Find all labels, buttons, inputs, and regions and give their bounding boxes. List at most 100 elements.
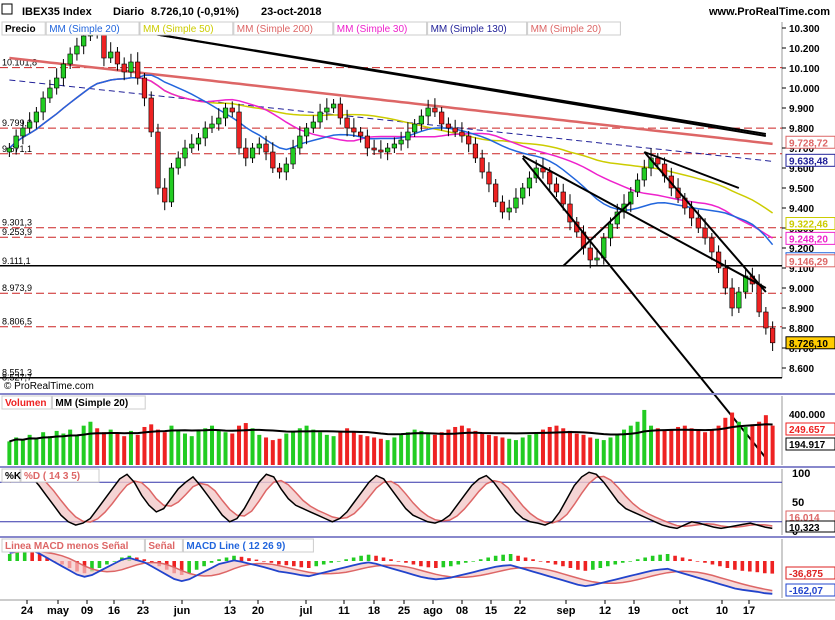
candle-body bbox=[452, 127, 458, 133]
x-tick-label: jul bbox=[299, 605, 313, 617]
y-tick-label: 9.400 bbox=[789, 204, 814, 215]
volume-bar bbox=[108, 429, 113, 465]
volume-bar bbox=[7, 441, 12, 465]
macd-hist-bar bbox=[359, 555, 363, 561]
volume-bar bbox=[730, 412, 735, 465]
macd-hist-bar bbox=[628, 561, 633, 562]
candle-body bbox=[715, 251, 722, 269]
volume-bar bbox=[115, 433, 120, 465]
volume-bar bbox=[88, 421, 93, 465]
volume-bar bbox=[527, 434, 532, 465]
macd-hist-bar bbox=[292, 561, 296, 567]
right-value-label: 9.728,72 bbox=[785, 135, 835, 149]
volume-bar bbox=[257, 434, 262, 465]
macd-hist-bar bbox=[321, 561, 326, 565]
x-tick-label: 24 bbox=[21, 605, 34, 617]
candle-body bbox=[135, 61, 141, 79]
macd-hist-bar bbox=[591, 561, 595, 570]
volume-bar bbox=[770, 425, 775, 465]
candle-body bbox=[47, 87, 53, 99]
volume-bar bbox=[459, 425, 464, 465]
candle-body bbox=[189, 143, 195, 149]
candle-body bbox=[607, 223, 614, 239]
vol-right-label: 249.657 bbox=[785, 422, 835, 436]
volume-bar bbox=[574, 433, 579, 465]
x-tick-label: 18 bbox=[368, 605, 380, 617]
volume-bar bbox=[74, 434, 79, 465]
macd-legend-item: Linea MACD menos Señal bbox=[5, 541, 129, 552]
y-tick-label: 9.800 bbox=[789, 124, 814, 135]
candle-body bbox=[324, 107, 330, 113]
macd-hist-bar bbox=[269, 561, 274, 563]
x-tick-label: 16 bbox=[108, 605, 120, 617]
macd-hist-bar bbox=[329, 561, 333, 563]
macd-hist-bar bbox=[351, 557, 356, 561]
candle-body bbox=[472, 143, 479, 159]
x-tick-label: may bbox=[47, 605, 70, 617]
candle-body bbox=[209, 123, 215, 129]
candle-body bbox=[486, 171, 492, 185]
window-icon[interactable] bbox=[1, 3, 13, 15]
candle-body bbox=[74, 45, 80, 55]
volume-bar bbox=[743, 426, 748, 465]
x-tick-label: 23 bbox=[137, 605, 149, 617]
macd-right-label: -162,07 bbox=[785, 583, 835, 597]
price-level-label: 8.806,5 bbox=[2, 317, 32, 327]
macd-hist-bar bbox=[478, 559, 483, 561]
macd-hist-bar bbox=[576, 561, 580, 570]
macd-legend-item: Señal bbox=[148, 541, 175, 552]
volume-bar bbox=[324, 434, 329, 465]
macd-hist-bar bbox=[613, 561, 618, 565]
candle bbox=[148, 91, 154, 137]
candle-body bbox=[236, 111, 242, 149]
right-value-label: 8.726,10 bbox=[785, 336, 835, 350]
candle-body bbox=[256, 143, 262, 149]
macd-hist-bar bbox=[336, 561, 341, 562]
macd-hist-bar bbox=[202, 561, 206, 567]
macd-hist-bar bbox=[643, 557, 647, 561]
volume-bar bbox=[540, 429, 545, 465]
candle-body bbox=[121, 63, 127, 73]
volume-bar bbox=[439, 432, 444, 465]
candle-body bbox=[432, 107, 438, 113]
volume-bar bbox=[264, 437, 269, 465]
candle-body bbox=[702, 227, 708, 239]
macd-hist-bar bbox=[366, 554, 371, 561]
right-value-text: 9.322,46 bbox=[789, 220, 828, 231]
right-value-text: 9.248,20 bbox=[789, 234, 828, 245]
candle-body bbox=[736, 291, 742, 309]
y-tick-label: 9.000 bbox=[789, 284, 814, 295]
volume-bar bbox=[608, 437, 613, 465]
candle-body bbox=[695, 217, 701, 229]
price-legend: Precio MM (Simple 20) MM (Simple 50) MM (Si… bbox=[1, 21, 621, 36]
volume-bar bbox=[446, 429, 451, 465]
macd-hist-bar bbox=[620, 561, 625, 563]
macd-hist-bar bbox=[7, 554, 12, 561]
candle-body bbox=[425, 107, 431, 117]
volume-bar bbox=[338, 430, 343, 465]
y-tick-label: 10.300 bbox=[789, 24, 820, 35]
y-tick-label: 8.900 bbox=[789, 304, 814, 315]
x-tick-label: 09 bbox=[81, 605, 93, 617]
legend-item: MM (Simple 130) bbox=[431, 24, 507, 35]
volume-bar bbox=[210, 425, 215, 465]
candle-body bbox=[195, 137, 202, 145]
price-level-label: 9.111,1 bbox=[2, 256, 31, 266]
candle-body bbox=[479, 157, 485, 173]
stoch-legend-item: %K bbox=[5, 471, 22, 482]
volume-bar bbox=[149, 424, 154, 465]
volume-bar bbox=[588, 437, 593, 465]
volume-bar bbox=[277, 438, 282, 465]
volume-bar bbox=[203, 428, 208, 465]
candle-body bbox=[141, 77, 148, 99]
macd-hist-bar bbox=[187, 561, 191, 574]
volume-bar bbox=[223, 432, 228, 465]
volume-bar bbox=[182, 433, 187, 465]
candle-body bbox=[290, 147, 296, 165]
volume-bar bbox=[696, 430, 701, 465]
macd-hist-bar bbox=[583, 561, 588, 571]
volume-bar bbox=[291, 430, 296, 465]
symbol-label: IBEX35 Index bbox=[22, 6, 93, 18]
candle-body bbox=[182, 147, 188, 159]
volume-bar bbox=[311, 429, 316, 465]
